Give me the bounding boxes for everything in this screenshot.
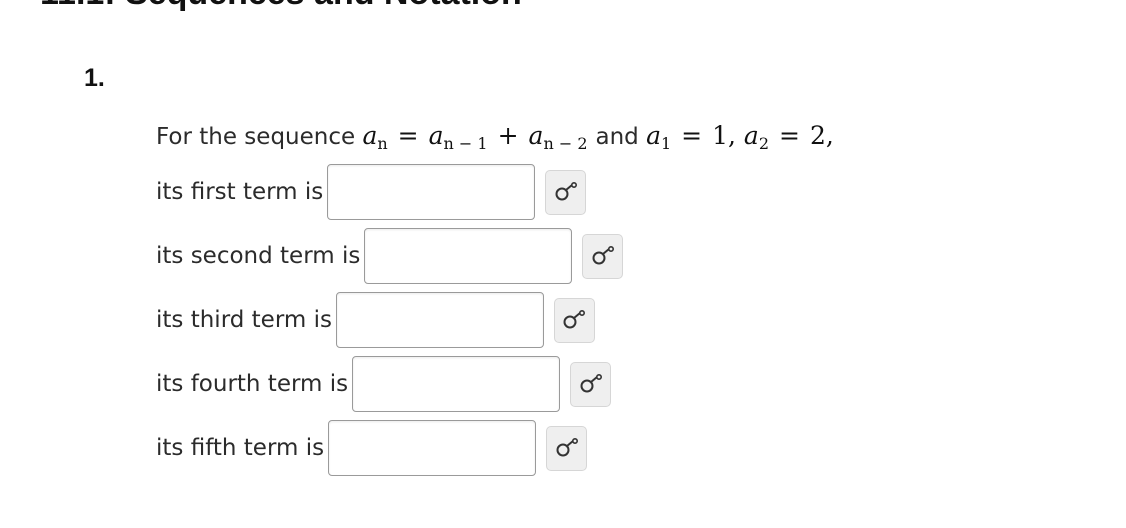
preview-button-fourth[interactable]	[570, 361, 612, 407]
answer-input-second[interactable]	[364, 228, 573, 284]
a1-equals: =	[681, 121, 703, 150]
recurrence-formula: an = an − 1 + an − 2	[362, 121, 595, 153]
a2-var: a	[743, 121, 759, 150]
answer-label-third: its third term is	[156, 307, 332, 333]
answer-row-third: its third term is	[156, 292, 595, 348]
a1-value: 1,	[712, 121, 736, 150]
statement-prefix: For the sequence	[156, 124, 356, 150]
answer-row-second: its second term is	[156, 228, 624, 284]
preview-button-third[interactable]	[553, 297, 595, 343]
a2-value: 2,	[809, 121, 834, 150]
formula-lhs-sub: n	[377, 134, 388, 153]
formula-term2-var: a	[528, 121, 544, 150]
preview-icon	[592, 246, 614, 265]
problem-statement: For the sequence an = an − 1 + an − 2 and a1…	[156, 121, 834, 153]
a1-sub: 1	[660, 134, 672, 153]
answer-input-third[interactable]	[335, 292, 544, 348]
preview-button-first[interactable]	[545, 169, 587, 215]
a1-var: a	[646, 121, 661, 150]
formula-lhs-var: a	[362, 121, 378, 150]
problem-number: 1.	[84, 64, 105, 92]
formula-equals: =	[397, 121, 419, 150]
answer-input-fifth[interactable]	[328, 420, 537, 476]
answer-row-fifth: its fifth term is	[156, 420, 588, 476]
answer-label-fifth: its fifth term is	[156, 435, 325, 461]
answer-label-fourth: its fourth term is	[156, 371, 349, 397]
preview-icon	[563, 310, 586, 329]
formula-term1-var: a	[428, 121, 444, 150]
formula-plus: +	[497, 121, 519, 150]
initial-conditions: a1 = 1, a2 = 2,	[646, 121, 834, 153]
answer-input-first[interactable]	[327, 164, 536, 220]
answer-label-second: its second term is	[156, 243, 361, 269]
formula-term1-sub: n − 1	[443, 134, 488, 153]
formula-term2-sub: n − 2	[543, 134, 588, 153]
preview-icon	[556, 438, 578, 457]
statement-and: and	[595, 124, 639, 150]
preview-button-fifth[interactable]	[546, 425, 588, 471]
answer-label-first: its first term is	[156, 179, 324, 205]
a2-equals: =	[779, 121, 800, 150]
answer-row-fourth: its fourth term is	[156, 356, 612, 412]
a2-sub: 2	[758, 134, 770, 153]
section-title: 11.1: Sequences and Notation	[40, 0, 522, 13]
preview-button-second[interactable]	[582, 233, 624, 279]
answer-row-first: its first term is	[156, 164, 587, 220]
answer-input-fourth[interactable]	[352, 356, 561, 412]
preview-icon	[580, 374, 602, 393]
preview-icon	[555, 182, 577, 201]
